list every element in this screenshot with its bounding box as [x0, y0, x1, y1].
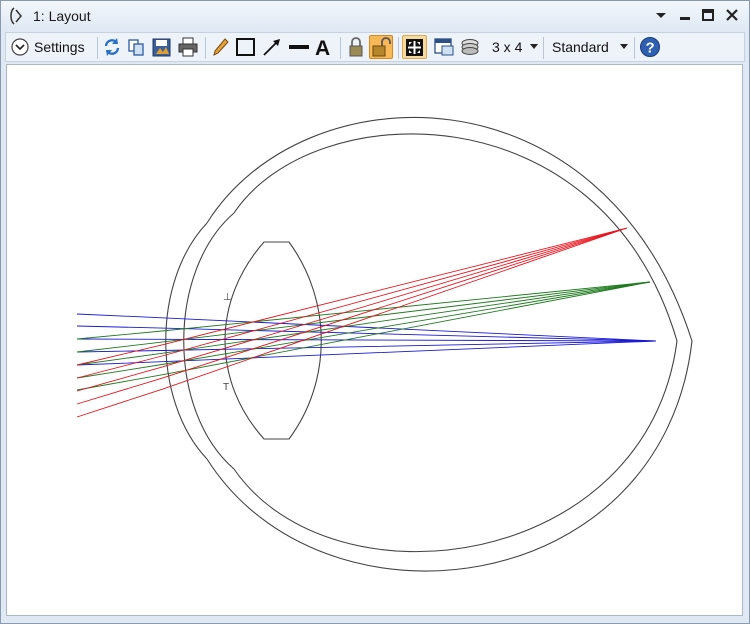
mode-dropdown[interactable]: Standard	[548, 36, 630, 58]
arrow-line-icon[interactable]	[261, 36, 283, 58]
toolbar: Settings A 3 x 4 Standard ?	[5, 32, 745, 62]
rectangle-icon[interactable]	[235, 36, 257, 58]
toolbar-separator	[97, 37, 98, 59]
line-icon[interactable]	[287, 36, 311, 58]
window-title: 1: Layout	[33, 8, 91, 24]
minimize-icon[interactable]	[676, 6, 694, 24]
toolbar-separator	[543, 37, 544, 59]
cornea-inner	[183, 212, 235, 470]
unlock-icon	[372, 37, 391, 57]
layout-canvas[interactable]: ⊥ T	[6, 64, 743, 616]
lens-marker-top: ⊥	[223, 292, 232, 303]
green-ray	[76, 281, 651, 353]
red-ray	[76, 227, 628, 418]
blue-ray	[76, 325, 657, 342]
chevron-down-icon	[620, 44, 628, 49]
fit-icon	[406, 39, 423, 56]
unlock-button[interactable]	[369, 35, 393, 59]
toolbar-separator	[340, 37, 341, 59]
print-icon[interactable]	[177, 36, 199, 58]
dropdown-menu-icon[interactable]	[652, 6, 670, 24]
lens-marker-bottom: T	[223, 382, 229, 393]
crystalline-lens	[224, 241, 322, 440]
chevron-down-icon	[530, 44, 538, 49]
toolbar-separator	[205, 37, 206, 59]
red-ray	[76, 227, 628, 366]
grid-size-dropdown[interactable]: 3 x 4	[488, 36, 538, 58]
mode-label: Standard	[552, 39, 609, 55]
refresh-icon[interactable]	[102, 36, 122, 58]
fit-button[interactable]	[402, 35, 427, 59]
blue-ray	[76, 338, 657, 342]
save-icon[interactable]	[151, 36, 173, 58]
blue-ray	[76, 340, 657, 353]
layout-window: 1: Layout Settings A 3 x 4 Standard ? ⊥ …	[0, 0, 750, 624]
help-icon[interactable]: ?	[639, 36, 661, 58]
close-icon[interactable]	[723, 6, 741, 24]
ray-bundles	[76, 227, 657, 418]
red-ray	[76, 227, 628, 405]
red-ray	[76, 227, 628, 379]
text-icon[interactable]: A	[313, 36, 335, 58]
settings-label: Settings	[34, 39, 85, 55]
toolbar-separator	[398, 37, 399, 59]
maximize-icon[interactable]	[699, 6, 717, 24]
pencil-icon[interactable]	[211, 36, 231, 58]
window-icon[interactable]	[433, 36, 455, 58]
copy-icon[interactable]	[126, 36, 146, 58]
eye-layout-diagram: ⊥ T	[76, 116, 693, 572]
expand-circle-icon	[11, 38, 29, 56]
red-ray	[76, 227, 628, 392]
title-bar: 1: Layout	[1, 1, 749, 31]
lock-icon[interactable]	[346, 36, 366, 58]
green-ray	[76, 281, 651, 391]
green-ray	[76, 281, 651, 379]
svg-text:?: ?	[646, 40, 655, 57]
layers-icon[interactable]	[459, 36, 481, 58]
grid-size-label: 3 x 4	[492, 39, 523, 55]
svg-text:A: A	[315, 37, 330, 58]
toolbar-separator	[634, 37, 635, 59]
lens-app-icon	[10, 7, 22, 25]
settings-button[interactable]: Settings	[9, 36, 93, 58]
